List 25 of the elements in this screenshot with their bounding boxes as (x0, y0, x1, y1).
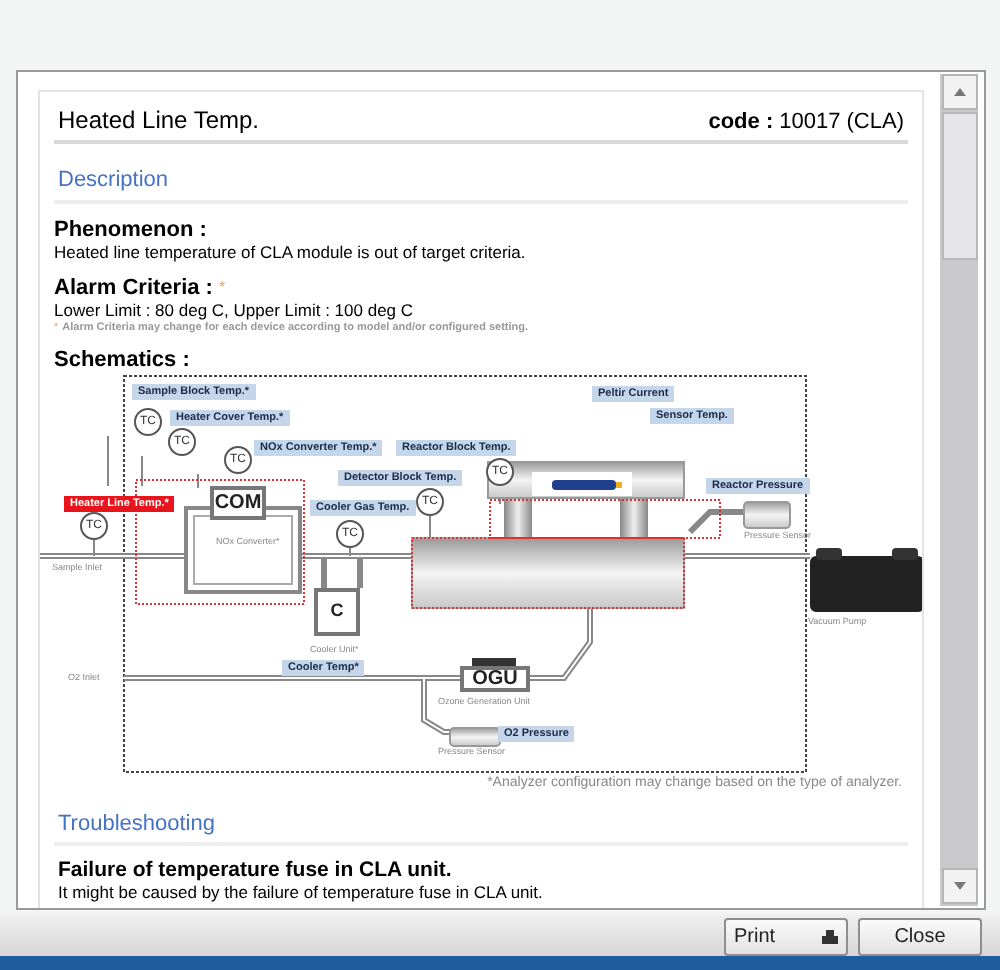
dialog-title: Heated Line Temp. (58, 104, 260, 138)
scroll-down-button[interactable] (941, 868, 977, 904)
schematics-heading: Schematics : (54, 347, 192, 371)
scroll-up-button[interactable] (941, 74, 977, 110)
alarm-limits: Lower Limit : 80 deg C, Upper Limit : 100 deg C (54, 299, 416, 319)
unit-box: OGU (460, 665, 530, 691)
section-heading: Troubleshooting (54, 807, 908, 846)
alarm-heading: Alarm Criteria : (54, 275, 213, 299)
cause-text: It might be caused by the failure of temperature fuse in CLA unit. (56, 882, 545, 902)
section-heading: Description (54, 164, 908, 203)
down-arrow-icon (953, 882, 965, 890)
phenomenon-text: Heated line temperature of CLA module is out of target criteria. (54, 241, 528, 263)
printer-icon (822, 930, 838, 944)
up-arrow-icon (953, 88, 965, 96)
code-label: code : (708, 107, 774, 137)
phenomenon-heading: Phenomenon : (54, 217, 209, 241)
cause-title: Failure of temperature fuse in CLA unit. (56, 858, 454, 882)
scroll-thumb[interactable] (941, 112, 977, 260)
scrollbar[interactable] (940, 74, 978, 906)
required-mark: * (218, 275, 226, 299)
print-button[interactable]: Print (724, 918, 848, 956)
unit-box: C (314, 587, 360, 635)
unit-box: COM (210, 485, 266, 519)
close-button[interactable]: Close (858, 918, 982, 956)
code-value: 10017 (CLA) (779, 107, 904, 137)
